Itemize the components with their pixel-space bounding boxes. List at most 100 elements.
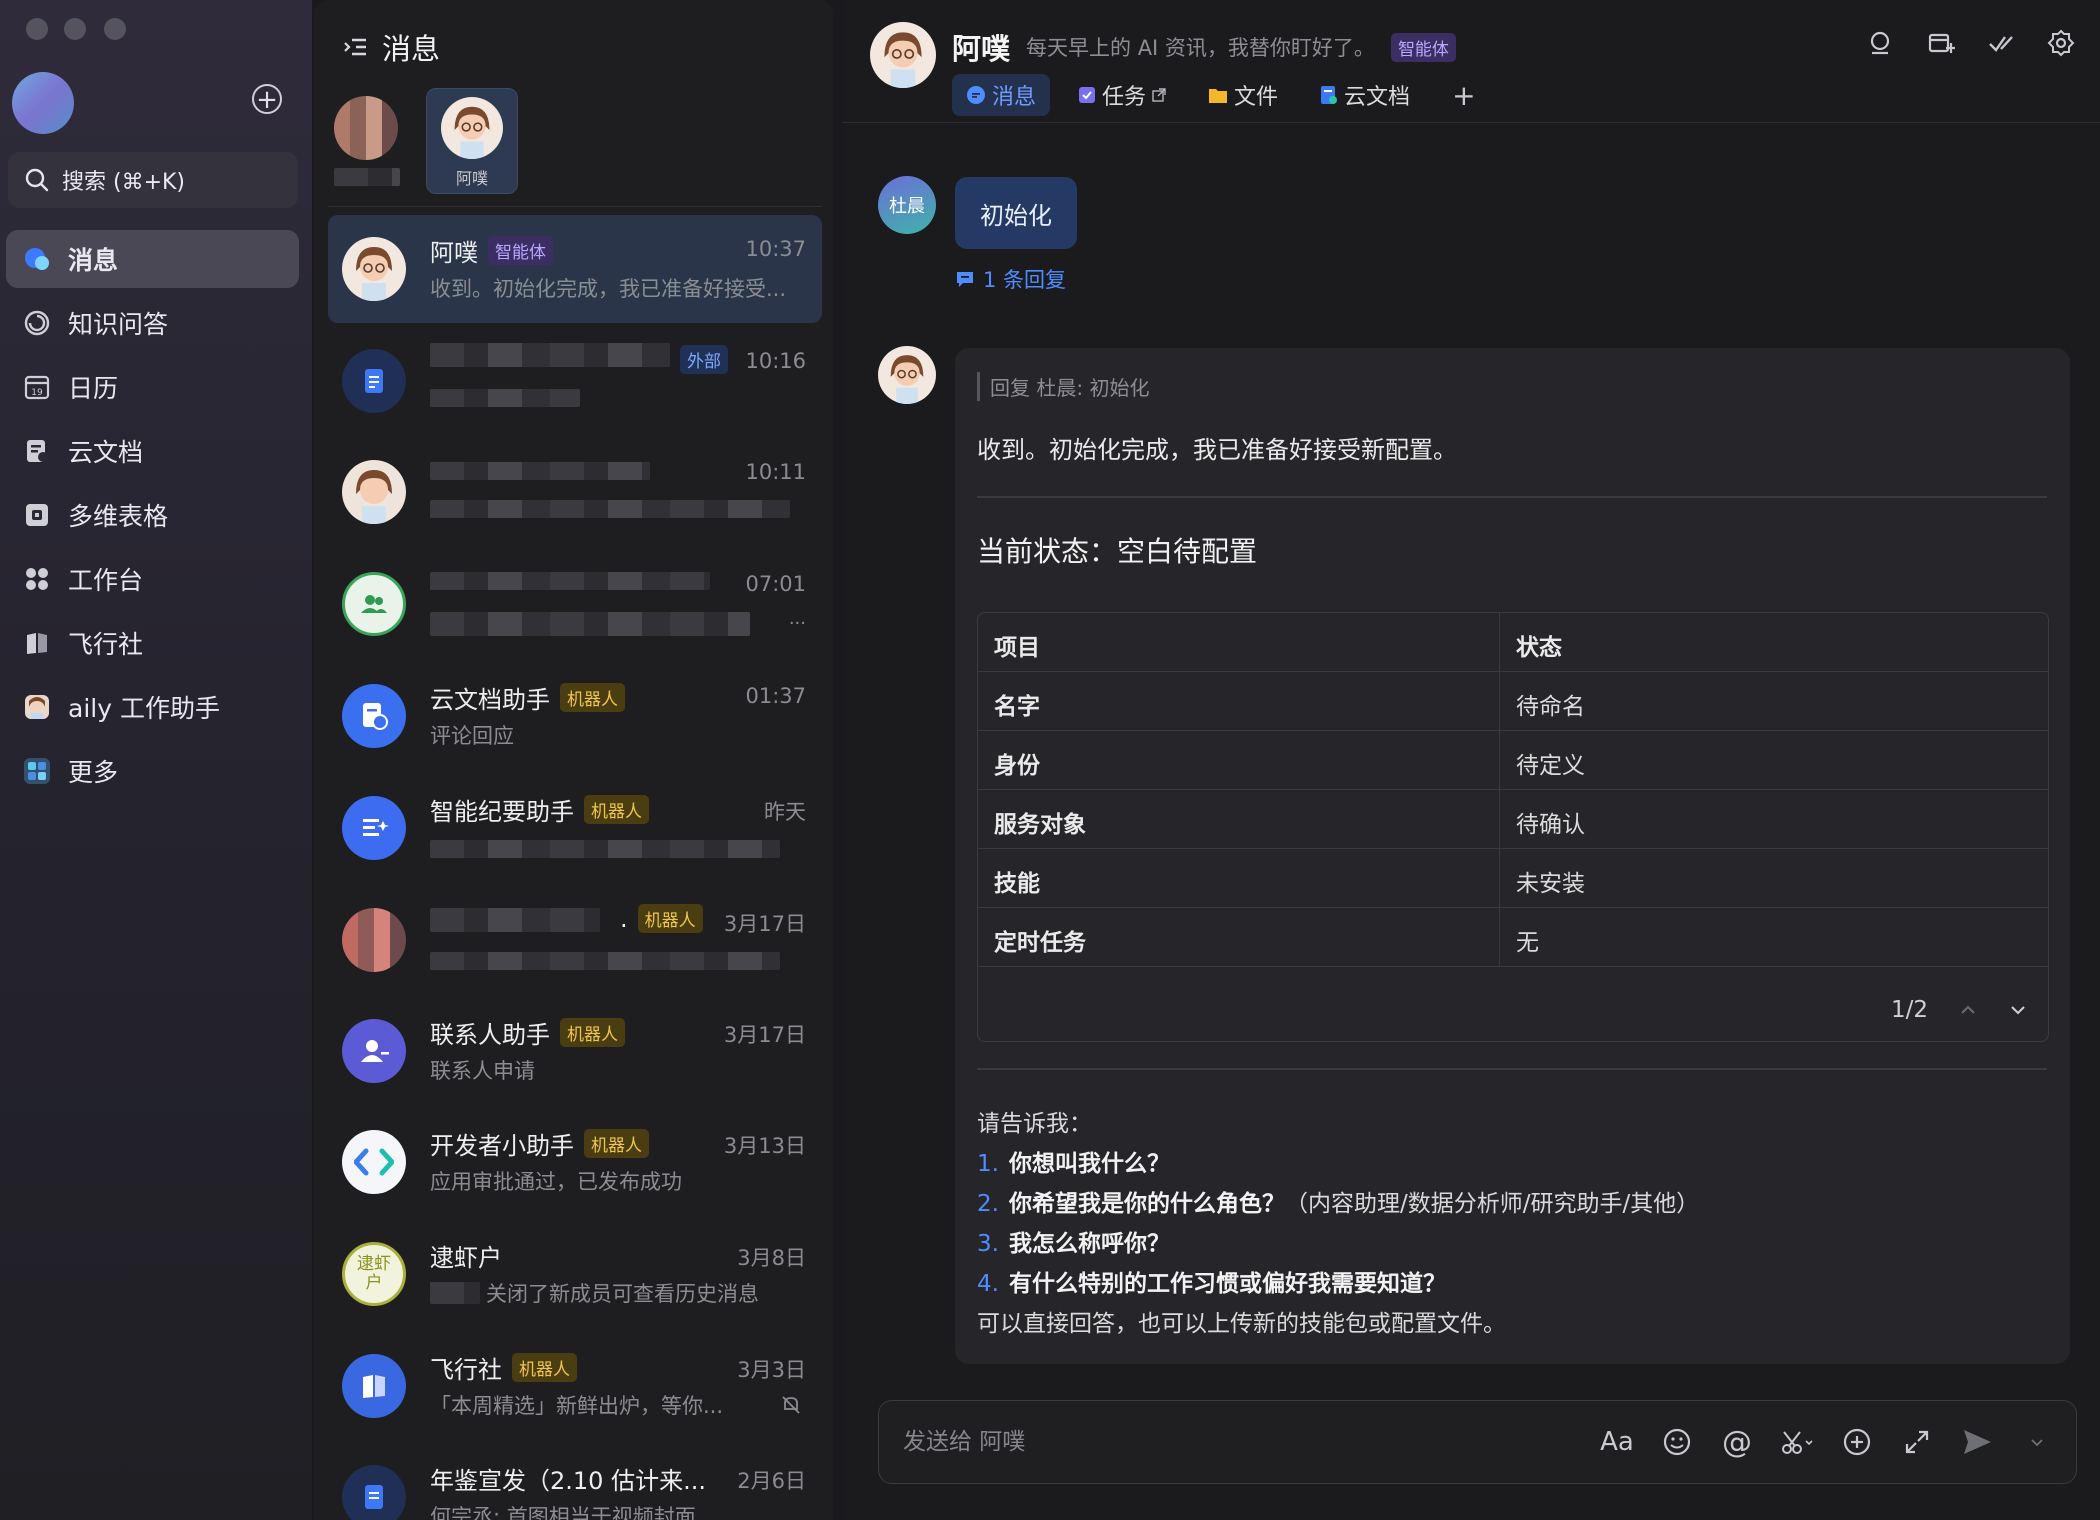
settings-gear-icon[interactable] xyxy=(2046,28,2076,58)
tab-docs[interactable]: 云文档 xyxy=(1306,74,1424,116)
conversation-item-contacts-assistant[interactable]: 联系人助手 机器人 3月17日 联系人申请 xyxy=(328,997,822,1105)
conversation-time: 10:11 xyxy=(745,460,806,484)
name-text: 飞行社 xyxy=(430,1356,502,1384)
name-text: 年鉴宣发（2.10 估计来... xyxy=(430,1467,706,1495)
avatar-icon xyxy=(22,692,52,722)
scissors-icon[interactable] xyxy=(1780,1425,1814,1459)
tab-tasks[interactable]: 任务 xyxy=(1064,74,1180,116)
table-cell: 身份 xyxy=(994,753,1040,779)
nav-item-workplace[interactable]: 工作台 xyxy=(6,550,299,608)
table-cell: 定时任务 xyxy=(994,930,1086,956)
conversation-item-flying-club[interactable]: 飞行社 机器人 3月3日 「本周精选」新鲜出炉，等你... xyxy=(328,1332,822,1440)
conversation-item-yearbook[interactable]: 年鉴宣发（2.10 估计来... 2月6日 何宗丞: 首图相当于视频封面 xyxy=(328,1443,822,1520)
robot-badge: 机器人 xyxy=(584,1129,649,1158)
expand-icon[interactable] xyxy=(1900,1425,1934,1459)
question-item: 4. 有什么特别的工作习惯或偏好我需要知道？ xyxy=(977,1264,1699,1304)
message-input[interactable] xyxy=(901,1423,1505,1461)
check-edit-icon[interactable] xyxy=(1986,28,2016,58)
tab-label: 任务 xyxy=(1102,85,1147,110)
conversation-item-daixiahu[interactable]: 逮虾户 逮虾户 3月8日 关闭了新成员可查看历史消息 xyxy=(328,1220,822,1328)
spiral-icon xyxy=(22,308,52,338)
conversation-name: . 机器人 xyxy=(620,904,703,933)
apu-avatar xyxy=(441,97,503,159)
message-composer: Aa @ xyxy=(878,1400,2077,1484)
search-icon[interactable] xyxy=(1866,28,1896,58)
nav-label: 多维表格 xyxy=(68,502,169,531)
name-text: 云文档助手 xyxy=(430,686,550,714)
pinned-chat-blurred[interactable] xyxy=(324,88,414,192)
blurred-avatar xyxy=(334,96,398,160)
nav-item-docs[interactable]: 云文档 xyxy=(6,422,299,480)
send-icon[interactable] xyxy=(1960,1425,1994,1459)
reply-bubble-icon xyxy=(957,272,973,287)
table-cell: 技能 xyxy=(994,871,1040,897)
tab-files[interactable]: 文件 xyxy=(1194,74,1292,116)
conversation-item-blurred-robot[interactable]: . 机器人 3月17日 xyxy=(328,886,822,994)
conversation-name: 云文档助手 机器人 xyxy=(430,680,625,715)
conversation-name: 阿噗 智能体 xyxy=(430,233,553,268)
chat-bubble-icon xyxy=(967,86,985,104)
contacts-icon xyxy=(342,1019,406,1083)
collapse-sidebar-icon[interactable] xyxy=(342,34,368,60)
bot-avatar[interactable] xyxy=(878,346,936,404)
add-tab-button[interactable]: + xyxy=(1438,74,1489,116)
nav-item-flying-club[interactable]: 飞行社 xyxy=(6,614,299,672)
chevron-up-icon[interactable] xyxy=(1958,1000,1978,1020)
user-avatar[interactable]: 杜晨 xyxy=(878,176,936,234)
reply-count-link[interactable]: 1 条回复 xyxy=(955,264,1066,294)
conversation-item-blurred-doc[interactable]: 外部 10:16 xyxy=(328,327,822,435)
nav-item-bitable[interactable]: 多维表格 xyxy=(6,486,299,544)
user-message-bubble[interactable]: 初始化 xyxy=(955,177,1077,249)
conversation-item-blurred-group[interactable]: 07:01 ... xyxy=(328,550,822,658)
column-separator xyxy=(1499,613,1500,671)
quote-reply[interactable]: 回复 杜晨: 初始化 xyxy=(977,372,1149,401)
agent-badge: 智能体 xyxy=(488,236,553,265)
questions-block: 请告诉我： 1. 你想叫我什么？ 2. 你希望我是你的什么角色？（内容助理/数据分析… xyxy=(977,1104,1699,1344)
add-icon[interactable]: + xyxy=(252,84,282,114)
conversation-item-blurred-person[interactable]: 10:11 xyxy=(328,438,822,546)
robot-badge: 机器人 xyxy=(584,795,649,824)
conversation-preview: 收到。初始化完成，我已准备好接受... xyxy=(430,277,787,301)
table-cell: 待命名 xyxy=(1516,694,1585,720)
window-zoom-button[interactable] xyxy=(104,18,126,40)
mention-icon[interactable]: @ xyxy=(1720,1425,1754,1460)
name-text: 逮虾户 xyxy=(430,1244,502,1272)
robot-badge: 机器人 xyxy=(637,904,703,933)
chat-avatar[interactable] xyxy=(870,22,936,88)
conversation-item-minutes-assistant[interactable]: 智能纪要助手 机器人 昨天 xyxy=(328,774,822,882)
user-avatar[interactable] xyxy=(12,72,74,134)
conversation-item-developer-assistant[interactable]: 开发者小助手 机器人 3月13日 应用审批通过，已发布成功 xyxy=(328,1108,822,1216)
chevron-down-icon[interactable] xyxy=(2008,1000,2028,1020)
nav-item-knowledge-qa[interactable]: 知识问答 xyxy=(6,294,299,352)
search-bar[interactable]: 搜索 (⌘+K) xyxy=(8,152,298,208)
nav-item-messages[interactable]: 消息 xyxy=(6,230,299,288)
window-close-button[interactable] xyxy=(26,18,48,40)
nav-item-aily[interactable]: aily 工作助手 xyxy=(6,678,299,736)
pinned-chat-apu[interactable]: 阿噗 xyxy=(426,88,518,194)
tab-messages[interactable]: 消息 xyxy=(952,74,1051,116)
send-options-chevron-icon[interactable] xyxy=(2020,1425,2054,1459)
conversation-name: 联系人助手 机器人 xyxy=(430,1015,625,1050)
window-minimize-button[interactable] xyxy=(64,18,86,40)
emoji-icon[interactable] xyxy=(1660,1425,1694,1459)
book-icon xyxy=(342,1354,406,1418)
ask-intro: 请告诉我： xyxy=(977,1111,1092,1137)
nav-label: 消息 xyxy=(68,246,119,275)
ask-outro: 可以直接回答，也可以上传新的技能包或配置文件。 xyxy=(977,1311,1506,1337)
column-separator xyxy=(1499,672,1500,730)
header-actions xyxy=(1866,28,2076,58)
add-tab-icon[interactable] xyxy=(1926,28,1956,58)
conversation-item-apu[interactable]: 阿噗 智能体 10:37 收到。初始化完成，我已准备好接受... xyxy=(328,215,822,323)
reply-text: 收到。初始化完成，我已准备好接受新配置。 xyxy=(977,436,1457,464)
message-text: 初始化 xyxy=(980,201,1052,230)
robot-badge: 机器人 xyxy=(512,1353,577,1382)
conversation-item-docs-assistant[interactable]: 云文档助手 机器人 01:37 评论回应 xyxy=(328,662,822,770)
status-table: 项目 状态 名字 待命名 身份 待定义 服务对象 待确认 技能 未安装 定时任务… xyxy=(977,612,2049,1042)
developer-code-icon xyxy=(342,1130,406,1194)
text-format-icon[interactable]: Aa xyxy=(1600,1425,1634,1459)
add-circle-icon[interactable] xyxy=(1840,1425,1874,1459)
avatar-text: 杜晨 xyxy=(889,196,925,217)
nav-item-calendar[interactable]: 19 日历 xyxy=(6,358,299,416)
search-label: 搜索 (⌘+K) xyxy=(62,170,186,195)
nav-item-more[interactable]: 更多 xyxy=(6,742,299,800)
